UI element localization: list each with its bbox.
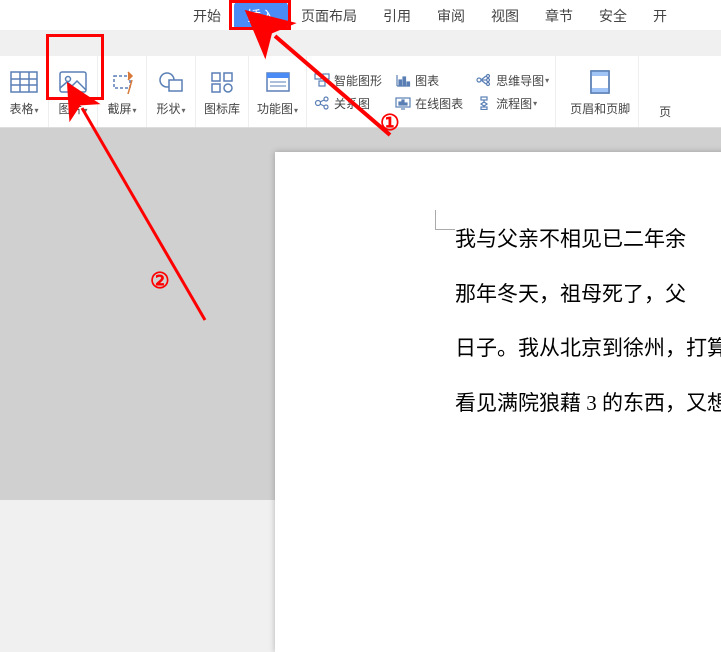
ribbon-online-chart-label: 在线图表 xyxy=(415,95,463,112)
ribbon-shape[interactable]: 形状▾ xyxy=(147,56,196,127)
ribbon-picture-label: 图片▾ xyxy=(58,100,87,117)
annotation-box-insert-tab xyxy=(229,0,291,30)
tab-page-layout[interactable]: 页面布局 xyxy=(288,2,370,30)
ribbon-diagram-group: 思维导图▾ 流程图▾ xyxy=(469,56,556,127)
mindmap-icon xyxy=(475,72,493,88)
ribbon-table[interactable]: 表格▾ xyxy=(0,56,49,127)
flowchart-icon xyxy=(475,95,493,111)
doc-paragraph-1: 我与父亲不相见已二年余 xyxy=(455,212,721,267)
table-icon xyxy=(8,66,40,98)
ribbon-table-label: 表格▾ xyxy=(9,100,38,117)
ribbon-flowchart-label: 流程图 xyxy=(496,95,532,112)
ribbon-mindmap[interactable]: 思维导图▾ xyxy=(475,72,549,89)
ribbon-chart-label: 图表 xyxy=(415,72,439,89)
ribbon-relation-label: 关系图 xyxy=(334,95,370,112)
tab-reference[interactable]: 引用 xyxy=(370,2,424,30)
ribbon-smartart[interactable]: 智能图形 xyxy=(313,72,382,89)
ribbon: 表格▾ 图片▾ 截屏▾ 形状▾ 图标库 xyxy=(0,56,721,128)
ribbon-smartart-label: 智能图形 xyxy=(334,72,382,89)
ribbon-online-chart[interactable]: 在线图表 xyxy=(394,95,463,112)
screenshot-icon xyxy=(106,66,138,98)
tab-security[interactable]: 安全 xyxy=(586,2,640,30)
tab-chapter[interactable]: 章节 xyxy=(532,2,586,30)
ribbon-mindmap-label: 思维导图 xyxy=(496,72,544,89)
doc-paragraph-3: 日子。我从北京到徐州，打算 xyxy=(455,321,721,376)
smartart-icon xyxy=(313,72,331,88)
doc-paragraph-2: 那年冬天，祖母死了，父 xyxy=(455,267,721,322)
relation-icon xyxy=(313,95,331,111)
shape-icon xyxy=(155,66,187,98)
ribbon-flowchart[interactable]: 流程图▾ xyxy=(475,95,549,112)
ribbon-header-footer[interactable]: 页眉和页脚 xyxy=(562,56,639,127)
document-page[interactable]: 我与父亲不相见已二年余 那年冬天，祖母死了，父 日子。我从北京到徐州，打算 看见… xyxy=(275,152,721,652)
ribbon-page-trunc[interactable]: 页 xyxy=(639,56,685,127)
ribbon-func-chart-label: 功能图▾ xyxy=(257,100,298,117)
tab-view[interactable]: 视图 xyxy=(478,2,532,30)
header-footer-icon xyxy=(584,66,616,98)
ribbon-chart-group-2: 图表 在线图表 xyxy=(388,56,469,127)
ribbon-shape-label: 形状▾ xyxy=(156,100,185,117)
ribbon-chart[interactable]: 图表 xyxy=(394,72,463,89)
ribbon-page-trunc-label: 页 xyxy=(659,103,671,120)
annotation-box-picture-button xyxy=(46,34,104,100)
ribbon-func-chart[interactable]: 功能图▾ xyxy=(249,56,307,127)
ribbon-screenshot-label: 截屏▾ xyxy=(107,100,136,117)
ribbon-icon-library-label: 图标库 xyxy=(204,100,240,117)
document-text: 我与父亲不相见已二年余 那年冬天，祖母死了，父 日子。我从北京到徐州，打算 看见… xyxy=(455,212,721,430)
tab-trunc[interactable]: 开 xyxy=(640,2,669,30)
ribbon-chart-group: 智能图形 关系图 xyxy=(307,56,388,127)
online-chart-icon xyxy=(394,95,412,111)
ribbon-tabs: 开始 插入 页面布局 引用 审阅 视图 章节 安全 开 xyxy=(0,0,721,30)
icon-library-icon xyxy=(206,66,238,98)
chart-icon xyxy=(394,72,412,88)
ribbon-screenshot[interactable]: 截屏▾ xyxy=(98,56,147,127)
doc-paragraph-4: 看见满院狼藉 3 的东西，又想 xyxy=(455,376,721,431)
func-chart-icon xyxy=(262,66,294,98)
tab-start[interactable]: 开始 xyxy=(180,2,234,30)
annotation-number-1: ① xyxy=(380,110,400,136)
ribbon-relation[interactable]: 关系图 xyxy=(313,95,382,112)
tab-review[interactable]: 审阅 xyxy=(424,2,478,30)
document-canvas[interactable]: 我与父亲不相见已二年余 那年冬天，祖母死了，父 日子。我从北京到徐州，打算 看见… xyxy=(0,128,721,500)
ribbon-header-footer-label: 页眉和页脚 xyxy=(570,100,630,117)
ribbon-icon-library[interactable]: 图标库 xyxy=(196,56,249,127)
cursor-margin-mark xyxy=(435,210,455,230)
annotation-number-2: ② xyxy=(150,268,170,294)
